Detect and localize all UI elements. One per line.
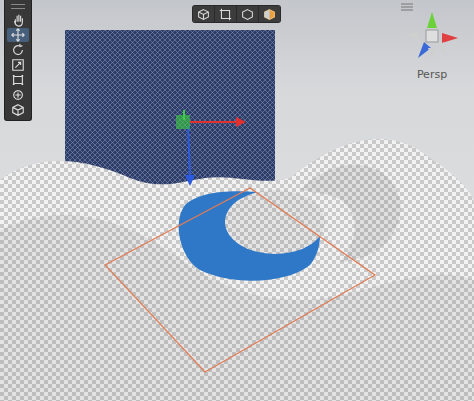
custom-icon [11,103,25,117]
brush-outline [105,188,375,372]
orientation-gizmo[interactable]: Persp [402,10,462,81]
scene-view[interactable]: Persp [0,0,474,401]
view-option-button[interactable] [237,6,258,22]
view-option-button[interactable] [193,6,214,22]
tool-toolbar [4,0,32,121]
view-option-button[interactable] [259,6,280,22]
view-options-toolbar [192,5,281,23]
tool-button[interactable] [7,43,29,57]
tool-button[interactable] [7,73,29,87]
sky [0,0,474,401]
rotate-icon [11,43,25,57]
move-handle[interactable] [176,110,246,186]
transform-icon [11,88,25,102]
hand-icon [11,13,25,27]
rect-icon [11,73,25,87]
scene-canvas[interactable] [0,0,474,401]
camera-mode-label[interactable]: Persp [417,68,447,81]
island[interactable] [225,190,325,254]
rect-icon [219,8,232,21]
tool-button[interactable] [7,13,29,27]
cube-icon [197,8,210,21]
view-option-button[interactable] [215,6,236,22]
tool-button[interactable] [7,88,29,102]
tool-button[interactable] [7,103,29,117]
move-icon [11,28,25,42]
cube-outline-icon [241,8,254,21]
scale-icon [11,58,25,72]
menu-icon[interactable] [400,3,414,11]
toolbar-grip[interactable] [11,4,25,9]
terrain[interactable] [0,139,474,401]
lighting-icon [263,8,276,21]
tool-button[interactable] [7,58,29,72]
ridge-shade [300,165,401,262]
tool-button[interactable] [7,28,29,42]
axis-gizmo-icon [404,10,460,62]
